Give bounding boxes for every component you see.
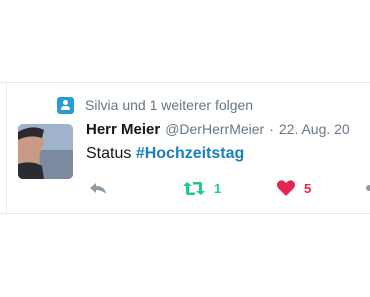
retweet-button[interactable]: 1 <box>182 178 221 198</box>
bottom-divider <box>0 213 370 214</box>
top-divider <box>0 82 370 83</box>
tweet-actions: 1 5 <box>86 178 370 198</box>
header-separator: · <box>269 121 274 137</box>
hashtag-link[interactable]: #Hochzeitstag <box>136 145 244 162</box>
like-button[interactable]: 5 <box>276 178 311 198</box>
left-divider <box>6 82 7 214</box>
more-button[interactable] <box>366 178 370 198</box>
like-count: 5 <box>304 180 312 196</box>
social-context-text: Silvia und 1 weiterer folgen <box>85 97 254 113</box>
tweet-date[interactable]: 22. Aug. 20 <box>279 121 350 137</box>
heart-icon <box>276 180 296 196</box>
author-handle[interactable]: @DerHerrMeier <box>165 121 264 137</box>
more-icon <box>366 185 370 191</box>
tweet-text-prefix: Status <box>86 145 132 162</box>
social-context[interactable]: Silvia und 1 weiterer folgen <box>57 95 253 115</box>
avatar-photo <box>18 124 73 179</box>
retweet-count: 1 <box>214 180 222 196</box>
retweet-icon <box>183 181 205 195</box>
tweet-header: Herr Meier @DerHerrMeier · 22. Aug. 20 <box>86 121 350 138</box>
reply-button[interactable] <box>88 178 108 198</box>
reply-icon <box>90 183 106 194</box>
avatar[interactable] <box>18 124 73 179</box>
tweet-text: Status #Hochzeitstag <box>86 145 244 163</box>
author-name[interactable]: Herr Meier <box>86 121 160 138</box>
follow-person-icon <box>57 96 74 114</box>
